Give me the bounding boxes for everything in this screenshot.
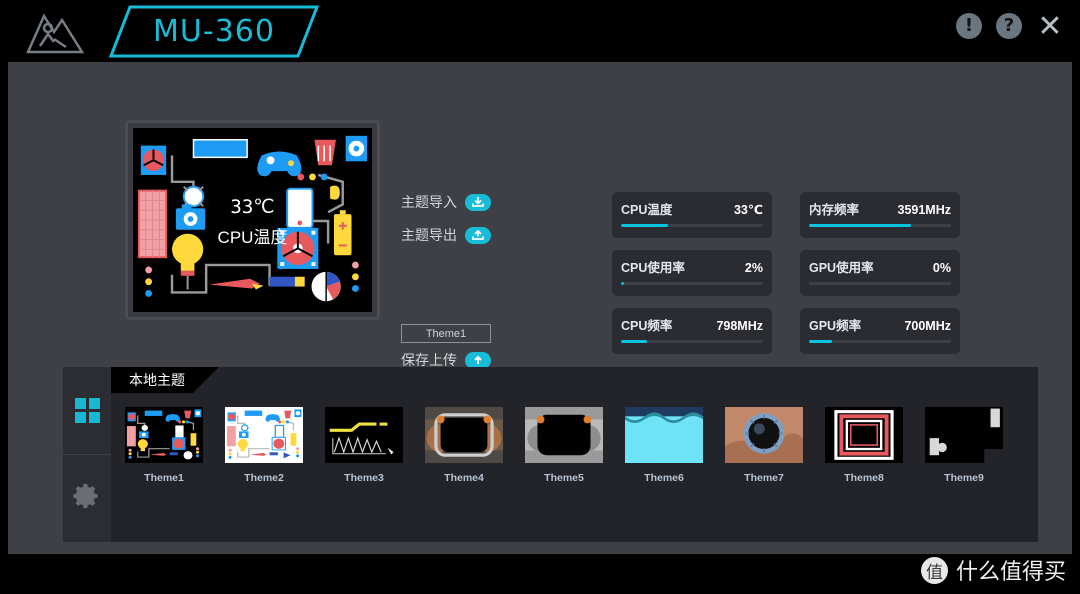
theme-thumbnail[interactable]: Theme2 — [225, 407, 303, 484]
import-icon[interactable] — [465, 194, 491, 211]
theme-thumbnail[interactable]: Theme3 — [325, 407, 403, 484]
stat-progress-fill — [809, 340, 832, 343]
title-bar: MU-360 ! ? ✕ — [0, 0, 1080, 62]
import-theme-label: 主题导入 — [401, 192, 457, 212]
theme-thumbnail-list: Theme1 — [125, 407, 1003, 484]
theme-thumbnail-image — [225, 407, 303, 463]
stats-grid: CPU温度 33℃ 内存频率 3591MHz CPU使用率 2% — [612, 192, 972, 354]
theme-thumbnail[interactable]: Theme4 — [425, 407, 503, 484]
theme-thumbnail-label: Theme5 — [525, 472, 603, 484]
theme-thumbnail-image — [125, 407, 203, 463]
stat-progress-fill — [809, 224, 911, 227]
preview-temperature: 33℃ — [133, 196, 372, 218]
theme-preview-canvas: 33℃ CPU温度 — [133, 128, 372, 312]
stat-name: CPU使用率 — [621, 257, 685, 276]
grid-icon — [75, 398, 100, 423]
sidebar-item-themes[interactable] — [63, 367, 111, 454]
stat-value: 798MHz — [716, 319, 763, 333]
gallery-tab-local-themes[interactable]: 本地主题 — [111, 367, 219, 393]
stat-value: 700MHz — [904, 319, 951, 333]
stat-name: CPU温度 — [621, 199, 672, 218]
theme-thumbnail-image — [725, 407, 803, 463]
help-icon[interactable]: ? — [996, 13, 1022, 39]
watermark: 值 什么值得买 — [921, 554, 1066, 586]
theme-thumbnail-label: Theme4 — [425, 472, 503, 484]
upload-icon[interactable] — [465, 352, 491, 369]
theme-thumbnail-image — [625, 407, 703, 463]
stat-card: CPU使用率 2% — [612, 250, 772, 296]
stat-progress-track — [621, 340, 763, 343]
theme-thumbnail-label: Theme9 — [925, 472, 1003, 484]
theme-thumbnail-label: Theme6 — [625, 472, 703, 484]
stat-card: GPU使用率 0% — [800, 250, 960, 296]
stat-card: CPU频率 798MHz — [612, 308, 772, 354]
stat-value: 33℃ — [734, 202, 763, 217]
stat-progress-fill — [621, 340, 647, 343]
gallery-tab-label: 本地主题 — [129, 370, 185, 390]
stat-card: 内存频率 3591MHz — [800, 192, 960, 238]
sidebar-item-settings[interactable] — [63, 454, 111, 541]
stat-name: GPU使用率 — [809, 257, 874, 276]
circuit-illustration — [133, 128, 372, 312]
stat-progress-track — [809, 224, 951, 227]
theme-thumbnail[interactable]: Theme7 — [725, 407, 803, 484]
alert-icon[interactable]: ! — [956, 13, 982, 39]
preview-caption: CPU温度 — [133, 223, 372, 248]
watermark-text: 什么值得买 — [956, 554, 1066, 586]
brand-title: MU-360 — [108, 4, 320, 59]
gear-icon — [73, 482, 101, 515]
stat-card: GPU频率 700MHz — [800, 308, 960, 354]
stat-progress-track — [621, 224, 763, 227]
export-icon[interactable] — [465, 227, 491, 244]
main-panel: 33℃ CPU温度 主题导入 主题导出 Theme1 — [8, 62, 1072, 554]
theme-name-input[interactable]: Theme1 — [401, 324, 491, 343]
stat-name: GPU频率 — [809, 315, 861, 334]
stat-card: CPU温度 33℃ — [612, 192, 772, 238]
theme-thumbnail-image — [325, 407, 403, 463]
close-icon[interactable]: ✕ — [1036, 12, 1064, 40]
window-controls: ! ? ✕ — [956, 12, 1064, 40]
theme-thumbnail[interactable]: Theme6 — [625, 407, 703, 484]
stat-name: CPU频率 — [621, 315, 672, 334]
theme-thumbnail[interactable]: Theme9 — [925, 407, 1003, 484]
theme-thumbnail[interactable]: Theme1 — [125, 407, 203, 484]
gallery-sidebar — [63, 367, 111, 542]
stat-progress-track — [809, 340, 951, 343]
theme-thumbnail-image — [825, 407, 903, 463]
stat-value: 0% — [933, 261, 951, 275]
theme-thumbnail-label: Theme8 — [825, 472, 903, 484]
theme-thumbnail[interactable]: Theme5 — [525, 407, 603, 484]
theme-thumbnail-image — [925, 407, 1003, 463]
export-theme-label: 主题导出 — [401, 225, 457, 245]
theme-thumbnail-image — [425, 407, 503, 463]
theme-thumbnail-label: Theme2 — [225, 472, 303, 484]
theme-thumbnail[interactable]: Theme8 — [825, 407, 903, 484]
theme-controls: 主题导入 主题导出 Theme1 保存上传 — [401, 192, 501, 258]
mountain-logo — [24, 6, 86, 56]
theme-preview[interactable]: 33℃ CPU温度 — [125, 120, 380, 320]
theme-thumbnail-image — [525, 407, 603, 463]
watermark-badge: 值 — [921, 557, 948, 584]
stat-name: 内存频率 — [809, 199, 859, 218]
theme-thumbnail-label: Theme1 — [125, 472, 203, 484]
stat-progress-track — [809, 282, 951, 285]
stat-progress-track — [621, 282, 763, 285]
import-theme-row[interactable]: 主题导入 — [401, 192, 501, 212]
theme-gallery: 本地主题 — [63, 367, 1038, 542]
stat-value: 3591MHz — [898, 203, 952, 217]
theme-thumbnail-label: Theme7 — [725, 472, 803, 484]
stat-progress-fill — [621, 224, 668, 227]
brand-plate: MU-360 — [108, 4, 320, 59]
stat-progress-fill — [621, 282, 624, 285]
theme-thumbnail-label: Theme3 — [325, 472, 403, 484]
stat-value: 2% — [745, 261, 763, 275]
export-theme-row[interactable]: 主题导出 — [401, 225, 501, 245]
